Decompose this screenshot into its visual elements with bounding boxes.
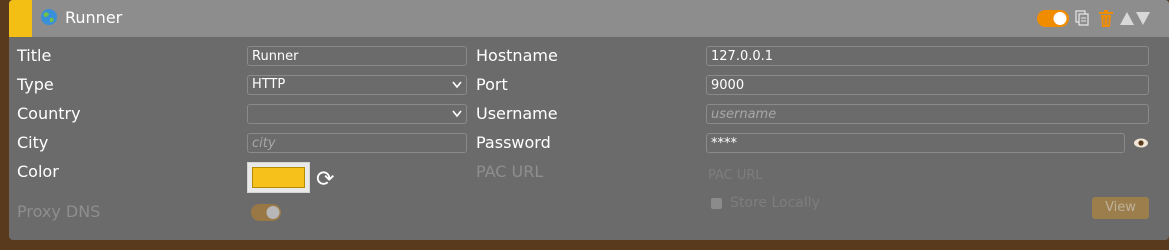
country-label: Country — [17, 104, 81, 123]
pac-url-input[interactable]: PAC URL — [708, 168, 763, 184]
city-label: City — [17, 133, 49, 152]
username-label: Username — [476, 104, 558, 123]
color-swatch — [252, 167, 305, 188]
city-input[interactable] — [247, 133, 467, 153]
port-input[interactable] — [706, 75, 1149, 95]
chevron-down-icon — [452, 81, 462, 89]
hostname-label: Hostname — [476, 46, 558, 65]
password-label: Password — [476, 133, 551, 152]
country-select[interactable] — [247, 104, 467, 124]
port-label: Port — [476, 75, 508, 94]
panel-title: Runner — [65, 8, 123, 27]
proxy-dns-toggle[interactable] — [251, 204, 283, 222]
view-button[interactable]: View — [1092, 197, 1149, 219]
store-locally-label: Store Locally — [730, 195, 820, 211]
title-label: Title — [17, 46, 52, 65]
color-picker[interactable] — [247, 162, 310, 193]
trash-icon[interactable] — [1099, 10, 1113, 28]
type-label: Type — [17, 75, 54, 94]
panel-header: Runner — [9, 0, 1169, 37]
move-up-icon[interactable] — [1120, 12, 1134, 25]
color-label: Color — [17, 162, 59, 181]
move-down-icon[interactable] — [1136, 12, 1150, 25]
store-locally-checkbox[interactable] — [711, 198, 722, 209]
chevron-down-icon — [452, 110, 462, 118]
username-input[interactable] — [706, 104, 1149, 124]
hostname-input[interactable] — [706, 46, 1149, 66]
color-accent — [9, 0, 32, 37]
proxy-dns-label: Proxy DNS — [17, 202, 101, 221]
type-select-value: HTTP — [252, 77, 286, 92]
eye-icon[interactable] — [1133, 137, 1149, 149]
refresh-color-icon[interactable]: ⟳ — [316, 168, 334, 192]
password-input[interactable] — [706, 133, 1125, 153]
copy-icon[interactable] — [1075, 10, 1089, 26]
type-select[interactable]: HTTP — [247, 75, 467, 95]
title-input[interactable] — [247, 46, 467, 66]
enabled-toggle[interactable] — [1037, 10, 1069, 28]
pac-url-label: PAC URL — [476, 162, 544, 181]
globe-icon — [41, 9, 57, 25]
proxy-panel: Runner Title Type Country City Color Pro… — [9, 0, 1169, 240]
